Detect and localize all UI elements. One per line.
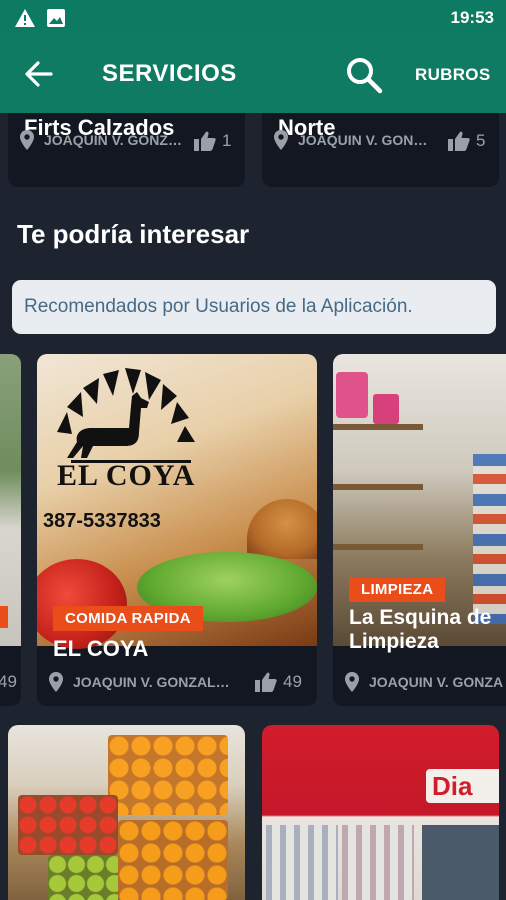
page-title: SERVICIOS [102, 60, 237, 87]
business-likes: 1 [194, 131, 231, 151]
location-pin-icon [274, 130, 288, 150]
oranges-image [118, 820, 228, 900]
greens-image [48, 855, 118, 900]
section-title: Te podría interesar [17, 219, 250, 249]
badge-partial [0, 606, 8, 628]
thumbs-up-icon [194, 131, 216, 151]
card-image: EL COYA 387-5337833 [37, 354, 317, 649]
business-location: JOAQUIN V. GONZA [345, 672, 506, 692]
business-likes: 5 [448, 131, 485, 151]
business-name: EL COYA [53, 636, 149, 661]
business-location: JOAQUIN V. GONZAL… [49, 672, 249, 692]
featured-card[interactable]: LIMPIEZA La Esquina de Limpieza JOAQUIN … [333, 354, 506, 706]
product-rack [473, 454, 506, 624]
storefront-window [266, 825, 338, 900]
business-card[interactable]: Norte JOAQUIN V. GON… 5 [262, 113, 499, 187]
thumbs-up-icon [448, 131, 470, 151]
tomatoes-image [18, 795, 118, 855]
featured-card-partial[interactable]: 49 [0, 354, 21, 706]
phone-text: 387-5337833 [43, 510, 161, 532]
store-sign: Dia [426, 769, 499, 803]
featured-card[interactable]: EL COYA 387-5337833 COMIDA RAPIDA EL COY… [37, 354, 317, 706]
business-card[interactable] [8, 725, 245, 900]
card-image [333, 354, 506, 646]
card-image [8, 725, 245, 900]
storefront-window [342, 825, 414, 900]
card-image [0, 354, 21, 646]
search-icon[interactable] [345, 56, 383, 94]
warning-icon [15, 9, 35, 27]
shelf [333, 484, 423, 490]
pink-bucket [373, 394, 399, 424]
rubros-button[interactable]: RUBROS [415, 65, 490, 85]
business-location: JOAQUIN V. GON… [274, 130, 449, 150]
content-scroll[interactable]: Firts Calzados JOAQUIN V. GONZ… 1 Norte … [0, 113, 506, 900]
storefront-door [422, 825, 499, 900]
business-likes: 49 [255, 672, 302, 692]
business-likes: 49 [0, 672, 17, 691]
location-pin-icon [20, 130, 34, 150]
back-arrow-icon[interactable] [24, 60, 54, 88]
oranges-image [108, 735, 228, 815]
status-bar: 19:53 [0, 0, 506, 36]
shelf [333, 424, 423, 430]
business-card[interactable]: Dia [262, 725, 499, 900]
location-pin-icon [49, 672, 63, 692]
shelf [333, 544, 423, 550]
image-icon [47, 9, 65, 27]
recommended-banner: Recomendados por Usuarios de la Aplicaci… [12, 280, 496, 334]
business-location: JOAQUIN V. GONZ… [20, 130, 195, 150]
category-badge: COMIDA RAPIDA [53, 606, 203, 631]
clock: 19:53 [450, 8, 494, 27]
app-bar: SERVICIOS RUBROS [0, 36, 506, 113]
thumbs-up-icon [255, 672, 277, 692]
category-badge: LIMPIEZA [349, 577, 446, 602]
location-pin-icon [345, 672, 359, 692]
business-card[interactable]: Firts Calzados JOAQUIN V. GONZ… 1 [8, 113, 245, 187]
burger-image [247, 499, 317, 559]
logo-text: EL COYA [57, 459, 196, 492]
pink-bucket [336, 372, 368, 418]
business-name: La Esquina de Limpieza [349, 606, 492, 654]
card-image: Dia [262, 725, 499, 900]
